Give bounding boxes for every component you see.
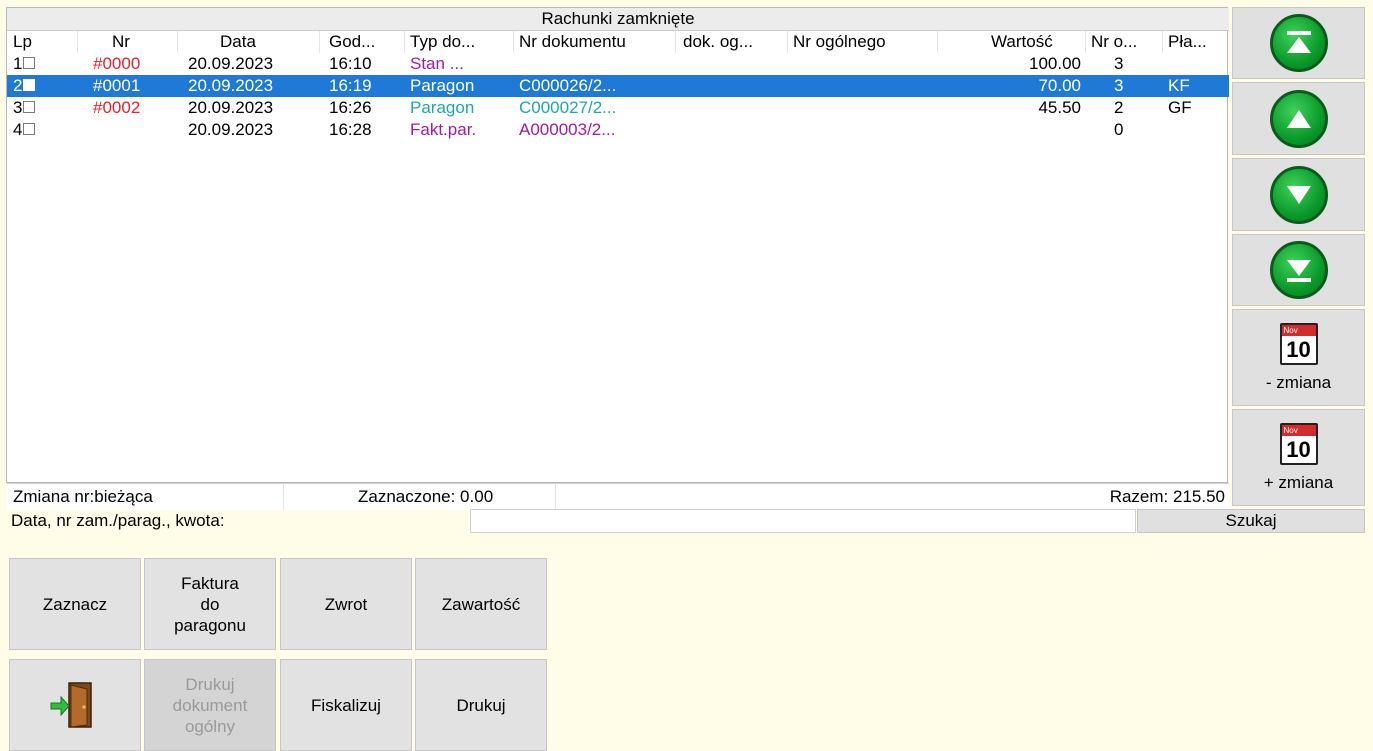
cell-data: 20.09.2023 xyxy=(188,76,274,95)
search-button[interactable]: Szukaj xyxy=(1137,509,1365,533)
arrow-up-icon xyxy=(1269,89,1328,148)
cell-typ: Paragon xyxy=(410,98,475,117)
table-row[interactable]: 3 #0002 20.09.2023 16:26 Paragon C000027… xyxy=(7,97,1229,119)
table-row[interactable]: 4 20.09.2023 16:28 Fakt.par. A000003/2..… xyxy=(7,119,1229,141)
calendar-icon: Nov 10 xyxy=(1279,422,1318,465)
header-godz[interactable]: God... xyxy=(329,31,375,53)
select-button[interactable]: Zaznacz xyxy=(9,558,141,650)
table-row[interactable]: 2 #0001 20.09.2023 16:19 Paragon C000026… xyxy=(7,75,1229,97)
grid-footer: Zmiana nr:bieżąca Zaznaczone: 0.00 Razem… xyxy=(7,483,1229,510)
header-nr-o[interactable]: Nr o... xyxy=(1091,31,1137,53)
scroll-top-button[interactable] xyxy=(1232,7,1365,79)
shift-number-label: Zmiana nr:bieżąca xyxy=(13,487,153,506)
exit-button[interactable] xyxy=(9,659,141,751)
header-platnosc[interactable]: Pła... xyxy=(1168,31,1207,53)
row-checkbox[interactable] xyxy=(23,123,36,135)
cell-nr-dokumentu: A000003/2... xyxy=(519,120,616,139)
grid-header-row: Lp Nr Data God... Typ do... Nr dokumentu… xyxy=(7,31,1229,53)
cell-data: 20.09.2023 xyxy=(188,54,274,73)
cell-godz: 16:10 xyxy=(329,54,372,73)
header-lp[interactable]: Lp xyxy=(13,31,32,53)
cell-nr-o: 2 xyxy=(1114,98,1124,117)
grid-title: Rachunki zamknięte xyxy=(7,8,1229,31)
header-typ[interactable]: Typ do... xyxy=(410,31,475,53)
row-checkbox[interactable] xyxy=(23,57,36,69)
header-nr-ogolnego[interactable]: Nr ogólnego xyxy=(793,31,886,53)
cell-lp: 3 xyxy=(13,98,23,117)
cell-nr: #0001 xyxy=(93,76,141,95)
cell-nr: #0000 xyxy=(93,54,141,73)
scroll-bottom-button[interactable] xyxy=(1232,234,1365,306)
cell-platnosc: KF xyxy=(1168,76,1190,95)
cell-wartosc: 100.00 xyxy=(1029,54,1081,73)
scroll-down-button[interactable] xyxy=(1232,158,1365,231)
cell-nr-dokumentu: C000026/2... xyxy=(519,76,617,95)
selected-total: Zaznaczone: 0.00 xyxy=(358,487,494,506)
cell-nr-o: 3 xyxy=(1114,54,1124,73)
row-checkbox[interactable] xyxy=(23,101,36,113)
cell-typ: Fakt.par. xyxy=(410,120,477,139)
next-shift-button[interactable]: Nov 10 + zmiana xyxy=(1232,409,1365,506)
next-shift-label: + zmiana xyxy=(1263,472,1334,492)
arrow-top-icon xyxy=(1269,14,1328,72)
cell-data: 20.09.2023 xyxy=(188,120,274,139)
print-general-document-button[interactable]: Drukuj dokument ogólny xyxy=(144,659,276,751)
cell-godz: 16:28 xyxy=(329,120,372,139)
calendar-icon: Nov 10 xyxy=(1279,322,1318,365)
previous-shift-label: - zmiana xyxy=(1265,372,1332,392)
fiscalize-button[interactable]: Fiskalizuj xyxy=(280,659,412,751)
cell-wartosc: 70.00 xyxy=(1038,76,1081,95)
row-checkbox[interactable] xyxy=(23,79,36,91)
cell-lp: 4 xyxy=(13,120,23,139)
invoice-for-receipt-button[interactable]: Faktura do paragonu xyxy=(144,558,276,650)
scroll-up-button[interactable] xyxy=(1232,82,1365,155)
exit-door-icon xyxy=(50,682,92,728)
search-input[interactable] xyxy=(470,509,1136,533)
previous-shift-button[interactable]: Nov 10 - zmiana xyxy=(1232,309,1365,406)
header-data[interactable]: Data xyxy=(220,31,256,53)
cell-data: 20.09.2023 xyxy=(188,98,274,117)
cell-godz: 16:19 xyxy=(329,76,372,95)
table-row[interactable]: 1 #0000 20.09.2023 16:10 Stan ... 100.00… xyxy=(7,53,1229,75)
cell-nr: #0002 xyxy=(93,98,141,117)
cell-nr-dokumentu: C000027/2... xyxy=(519,98,617,117)
cell-typ: Paragon xyxy=(410,76,475,95)
return-button[interactable]: Zwrot xyxy=(280,558,412,650)
grand-total: Razem: 215.50 xyxy=(1109,487,1225,506)
contents-button[interactable]: Zawartość xyxy=(415,558,547,650)
header-wartosc[interactable]: Wartość xyxy=(991,31,1053,53)
search-label: Data, nr zam./parag., kwota: xyxy=(11,511,225,530)
cell-nr-o: 3 xyxy=(1114,76,1124,95)
header-dok-ogolny[interactable]: dok. og... xyxy=(683,31,753,53)
header-nr[interactable]: Nr xyxy=(112,31,130,53)
cell-nr-o: 0 xyxy=(1114,120,1124,139)
closed-bills-grid: Rachunki zamknięte Lp Nr Data God... Typ… xyxy=(6,7,1229,510)
cell-wartosc: 45.50 xyxy=(1038,98,1081,117)
cell-lp: 1 xyxy=(13,54,23,73)
print-button[interactable]: Drukuj xyxy=(415,659,547,751)
header-nr-dokumentu[interactable]: Nr dokumentu xyxy=(519,31,626,53)
arrow-bottom-icon xyxy=(1269,241,1328,299)
cell-platnosc: GF xyxy=(1168,98,1192,117)
cell-typ: Stan ... xyxy=(410,54,464,73)
cell-lp: 2 xyxy=(13,76,23,95)
arrow-down-icon xyxy=(1269,165,1328,224)
cell-godz: 16:26 xyxy=(329,98,372,117)
